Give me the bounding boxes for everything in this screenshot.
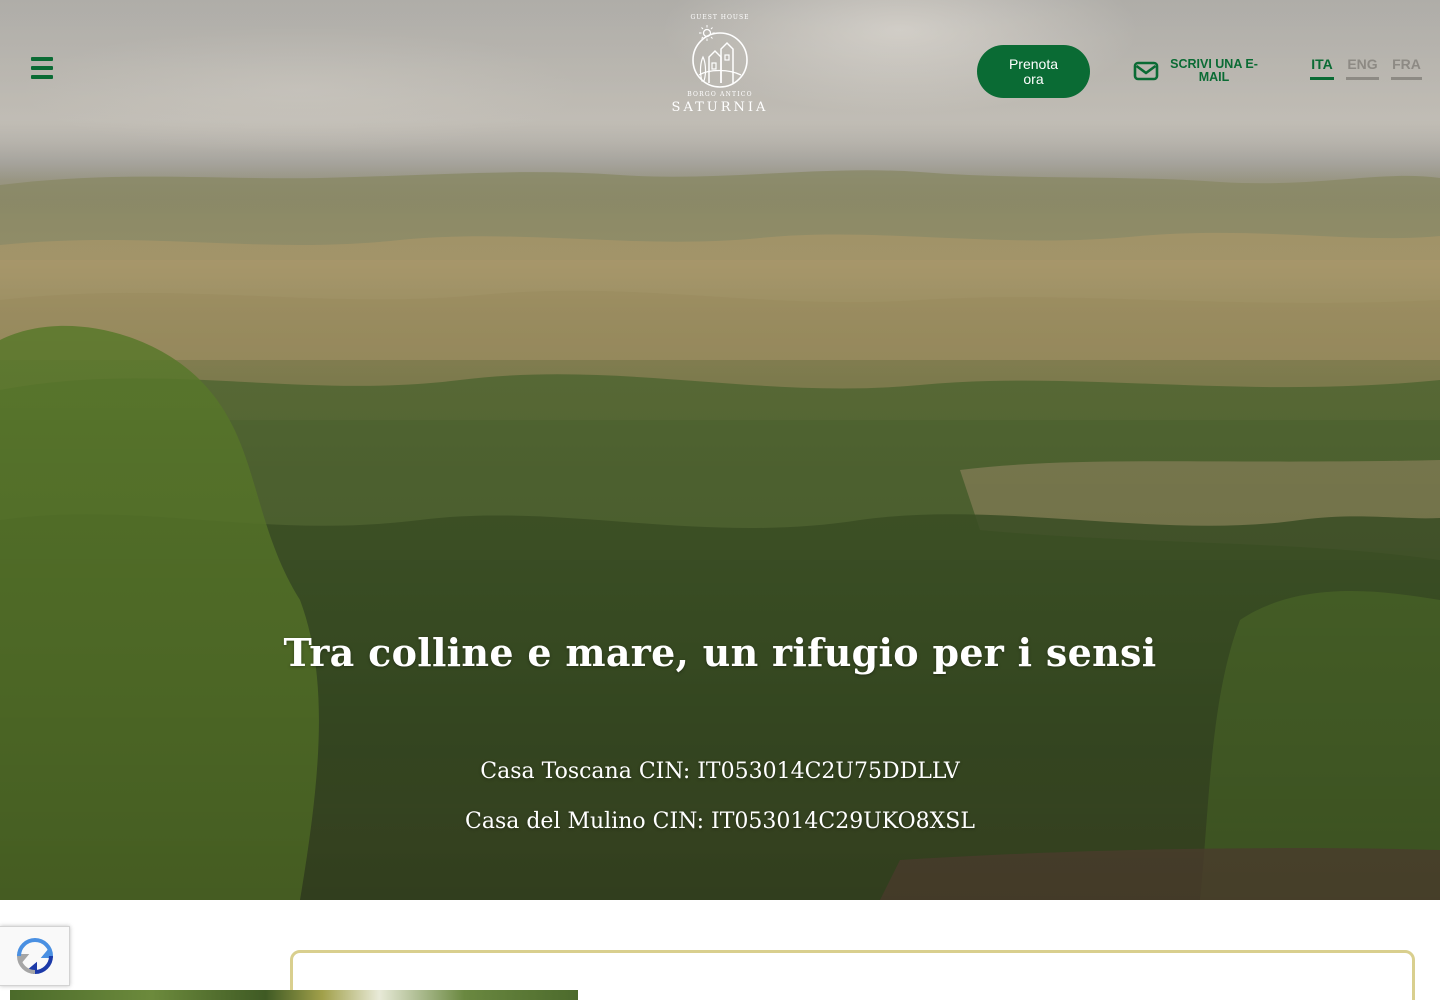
recaptcha-badge[interactable] bbox=[0, 926, 70, 986]
email-link[interactable]: SCRIVI UNA E-MAIL bbox=[1133, 56, 1268, 86]
book-now-button[interactable]: Prenota ora bbox=[977, 45, 1090, 98]
menu-bar bbox=[31, 66, 53, 70]
cin-casa-del-mulino: Casa del Mulino CIN: IT053014C29UKO8XSL bbox=[465, 809, 975, 834]
envelope-icon bbox=[1133, 61, 1159, 81]
logo-top-text: GUEST HOUSE bbox=[690, 14, 750, 21]
menu-bar bbox=[31, 57, 53, 61]
site-logo[interactable]: GUEST HOUSE BORGO ANTICO SATURNIA bbox=[660, 14, 780, 132]
logo-name: SATURNIA bbox=[671, 100, 769, 115]
logo-subtitle: BORGO ANTICO bbox=[687, 91, 753, 98]
logo-emblem-icon bbox=[692, 25, 748, 88]
recaptcha-icon bbox=[16, 938, 53, 975]
garden-photo bbox=[10, 990, 578, 1000]
language-fra[interactable]: FRA bbox=[1391, 54, 1422, 80]
menu-bar bbox=[31, 75, 53, 79]
email-link-label: SCRIVI UNA E-MAIL bbox=[1170, 57, 1258, 84]
hero-title: Tra colline e mare, un rifugio per i sen… bbox=[283, 630, 1157, 675]
language-ita[interactable]: ITA bbox=[1310, 54, 1334, 80]
hamburger-menu-icon[interactable] bbox=[31, 57, 53, 79]
language-eng[interactable]: ENG bbox=[1346, 54, 1379, 80]
cin-casa-toscana: Casa Toscana CIN: IT053014C2U75DDLLV bbox=[480, 759, 960, 784]
